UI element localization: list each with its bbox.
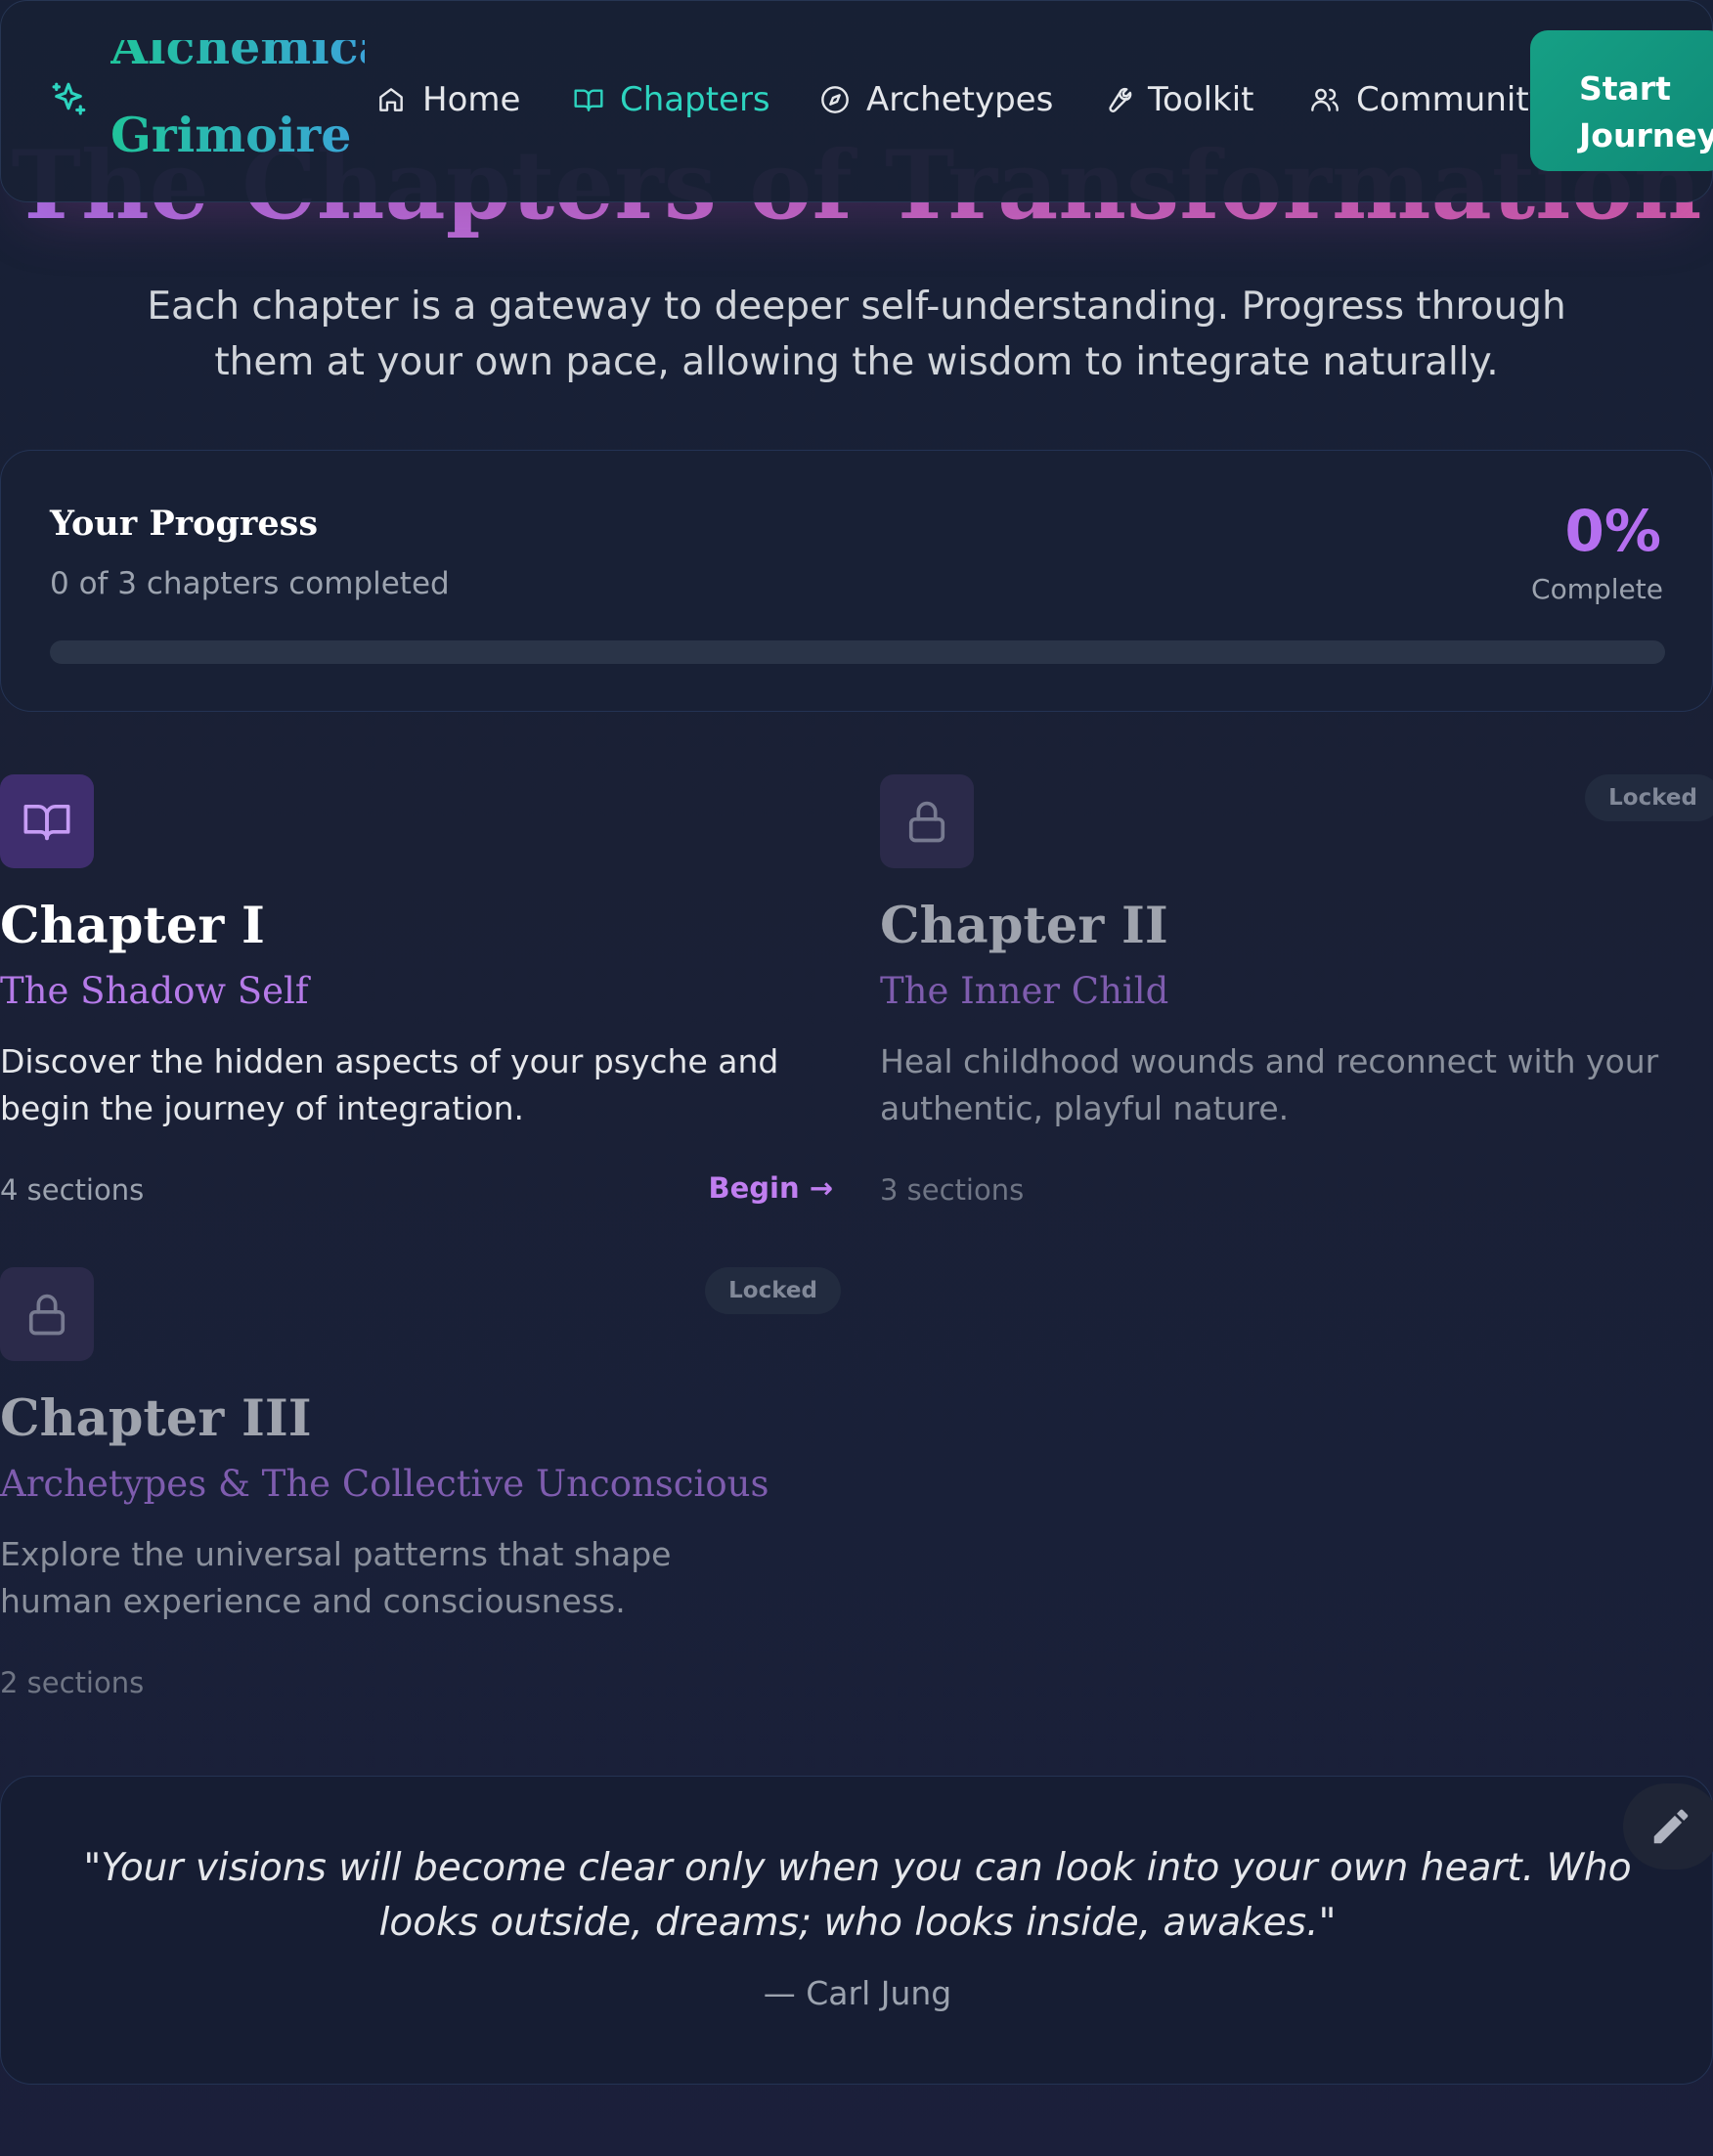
- nav-community[interactable]: Community: [1309, 77, 1549, 122]
- chapter-title: Chapter I: [0, 897, 265, 955]
- nav-home[interactable]: Home: [375, 77, 520, 122]
- logo-wordmark[interactable]: Alchemical Grimoire: [110, 40, 365, 179]
- nav-archetypes-label: Archetypes: [866, 80, 1054, 119]
- lock-icon: [880, 774, 974, 868]
- lock-icon: [0, 1267, 94, 1361]
- nav-chapters-label: Chapters: [620, 80, 770, 119]
- chapter-title: Chapter III: [0, 1389, 312, 1448]
- home-icon: [379, 88, 403, 111]
- nav-toolkit-label: Toolkit: [1148, 80, 1254, 119]
- locked-badge: Locked: [1585, 774, 1713, 821]
- chapter-subtitle: Archetypes & The Collective Unconscious: [0, 1463, 769, 1505]
- progress-bar: [50, 640, 1665, 664]
- chapter-description: Discover the hidden aspects of your psyc…: [0, 1042, 779, 1127]
- start-journey-line-2: Journey: [1579, 116, 1713, 154]
- start-journey-button[interactable]: Start Journey: [1530, 30, 1713, 171]
- nav-chapters[interactable]: Chapters: [573, 77, 770, 122]
- quote-text: "Your visions will become clear only whe…: [83, 1846, 1632, 1945]
- nav-home-label: Home: [422, 80, 521, 119]
- users-icon: [1311, 88, 1339, 111]
- sparkles-icon: [48, 79, 89, 120]
- chapter-card-2: Locked Chapter II The Inner Child Heal c…: [880, 774, 1713, 1244]
- edit-button[interactable]: [1623, 1783, 1713, 1870]
- logo-line-1: Alchemical: [110, 19, 408, 75]
- chapter-subtitle: The Shadow Self: [0, 970, 309, 1012]
- compass-icon: [821, 86, 849, 113]
- nav-toolkit[interactable]: Toolkit: [1101, 77, 1254, 122]
- progress-percent: 0%: [1564, 498, 1661, 564]
- quote-card: "Your visions will become clear only whe…: [0, 1776, 1713, 2085]
- chapter-description: Heal childhood wounds and reconnect with…: [880, 1042, 1659, 1127]
- chapter-card-3: Locked Chapter III Archetypes & The Coll…: [0, 1267, 841, 1737]
- book-open-icon: [0, 774, 94, 868]
- progress-card: Your Progress 0 of 3 chapters completed …: [0, 450, 1713, 712]
- top-navbar: Alchemical Grimoire Home Chapters Archet…: [0, 0, 1713, 202]
- logo-line-2: Grimoire: [110, 107, 352, 163]
- chapter-section-count: 4 sections: [0, 1173, 145, 1207]
- nav-archetypes[interactable]: Archetypes: [819, 77, 1053, 122]
- start-journey-line-1: Start: [1579, 69, 1671, 108]
- page-subtitle: Each chapter is a gateway to deeper self…: [147, 285, 1566, 384]
- chapter-section-count: 3 sections: [880, 1173, 1025, 1207]
- chapter-subtitle: The Inner Child: [880, 970, 1169, 1012]
- begin-chapter-link[interactable]: Begin →: [708, 1171, 833, 1205]
- chapter-description: Explore the universal patterns that shap…: [0, 1535, 672, 1620]
- progress-title: Your Progress: [50, 504, 319, 544]
- chapter-section-count: 2 sections: [0, 1666, 145, 1699]
- quote-author: — Carl Jung: [763, 1974, 952, 2012]
- locked-badge: Locked: [705, 1267, 841, 1314]
- chapter-card-1[interactable]: Chapter I The Shadow Self Discover the h…: [0, 774, 841, 1244]
- progress-summary: 0 of 3 chapters completed: [50, 566, 450, 601]
- pencil-icon: [1653, 1809, 1689, 1844]
- wrench-icon: [1109, 87, 1132, 112]
- book-open-icon: [574, 89, 603, 111]
- progress-complete-label: Complete: [1531, 573, 1663, 605]
- chapter-title: Chapter II: [880, 897, 1168, 955]
- nav-community-label: Community: [1356, 80, 1549, 119]
